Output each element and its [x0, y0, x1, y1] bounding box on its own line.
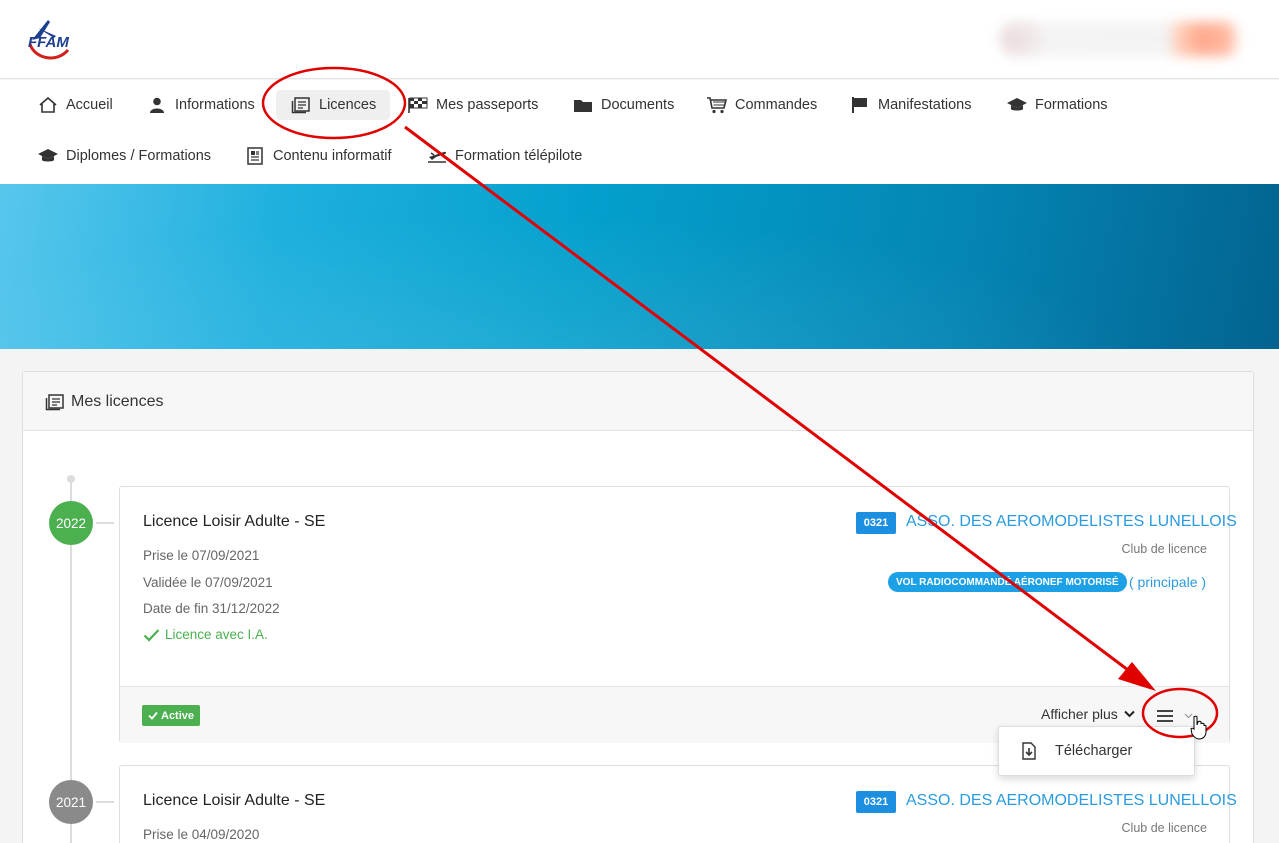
header-banner [0, 184, 1279, 349]
nav-item-documents[interactable]: Documents [572, 90, 674, 120]
nav-item-accueil[interactable]: Accueil [37, 90, 113, 120]
cart-icon [706, 96, 728, 114]
main-nav: Accueil Informations Licences Mes passep… [0, 80, 1279, 184]
nav-item-informations[interactable]: Informations [146, 90, 255, 120]
licence-validated-date: Validée le 07/09/2021 [143, 575, 273, 590]
timeline-start-dot [67, 475, 75, 483]
checkered-flag-icon [407, 96, 429, 114]
folder-icon [572, 96, 594, 114]
club-name-link[interactable]: ASSO. DES AEROMODELISTES LUNELLOIS [906, 513, 1237, 531]
club-code-badge: 0321 [856, 512, 896, 534]
document-icon [244, 147, 266, 165]
club-label: Club de licence [1121, 821, 1207, 835]
principal-label: ( principale ) [1129, 574, 1207, 590]
status-badge: Active [142, 705, 201, 726]
discipline-badge: VOL RADIOCOMMANDÉ AÉRONEF MOTORISÉ [888, 572, 1127, 592]
show-more-button[interactable]: Afficher plus [1041, 706, 1135, 722]
licence-title: Licence Loisir Adulte - SE [143, 792, 326, 809]
plane-icon [426, 147, 448, 165]
club-name-link[interactable]: ASSO. DES AEROMODELISTES LUNELLOIS [906, 792, 1237, 810]
timeline-tick [96, 522, 114, 524]
user-icon [146, 96, 168, 114]
licence-ia-status: Licence avec I.A. [143, 627, 268, 642]
ffam-logo[interactable]: FFAM [26, 14, 72, 62]
licence-icon [45, 393, 65, 416]
timeline-tick [96, 801, 114, 803]
flag-icon [849, 96, 871, 114]
licence-taken-date: Prise le 04/09/2020 [143, 827, 260, 842]
download-menu-item[interactable]: Télécharger [999, 727, 1194, 775]
licence-card-2021: Licence Loisir Adulte - SE Prise le 04/0… [119, 765, 1237, 843]
licence-taken-date: Prise le 07/09/2021 [143, 548, 260, 563]
nav-item-formations[interactable]: Formations [1006, 90, 1108, 120]
nav-item-contenu-informatif[interactable]: Contenu informatif [244, 141, 391, 171]
nav-item-diplomes-formations[interactable]: Diplomes / Formations [37, 141, 211, 171]
graduation-cap-icon [37, 147, 59, 165]
nav-item-manifestations[interactable]: Manifestations [849, 90, 972, 120]
nav-item-mes-passeports[interactable]: Mes passeports [407, 90, 538, 120]
nav-item-licences[interactable]: Licences [276, 90, 391, 120]
panel-title: Mes licences [71, 393, 164, 410]
licence-card-2022: Licence Loisir Adulte - SE Prise le 07/0… [119, 486, 1237, 743]
nav-item-commandes[interactable]: Commandes [706, 90, 817, 120]
club-label: Club de licence [1121, 542, 1207, 556]
check-icon [148, 711, 158, 720]
home-icon [37, 96, 59, 114]
year-badge-2021: 2021 [49, 780, 93, 824]
actions-dropdown: Télécharger [998, 726, 1195, 776]
check-icon [143, 628, 160, 642]
panel-header: Mes licences [23, 372, 1253, 431]
club-code-badge: 0321 [856, 791, 896, 813]
download-icon [1021, 742, 1037, 760]
licence-title: Licence Loisir Adulte - SE [143, 513, 326, 530]
svg-text:FFAM: FFAM [28, 34, 69, 51]
nav-item-formation-telepilote[interactable]: Formation télépilote [426, 141, 582, 171]
hamburger-icon [1156, 709, 1174, 723]
licence-end-date: Date de fin 31/12/2022 [143, 601, 280, 616]
graduation-cap-icon [1006, 96, 1028, 114]
year-badge-2022: 2022 [49, 501, 93, 545]
licence-icon [290, 96, 312, 114]
chevron-down-icon [1184, 713, 1193, 719]
top-bar: FFAM [0, 0, 1279, 79]
chevron-down-icon [1124, 710, 1135, 718]
user-account-blurred[interactable] [1000, 22, 1240, 56]
